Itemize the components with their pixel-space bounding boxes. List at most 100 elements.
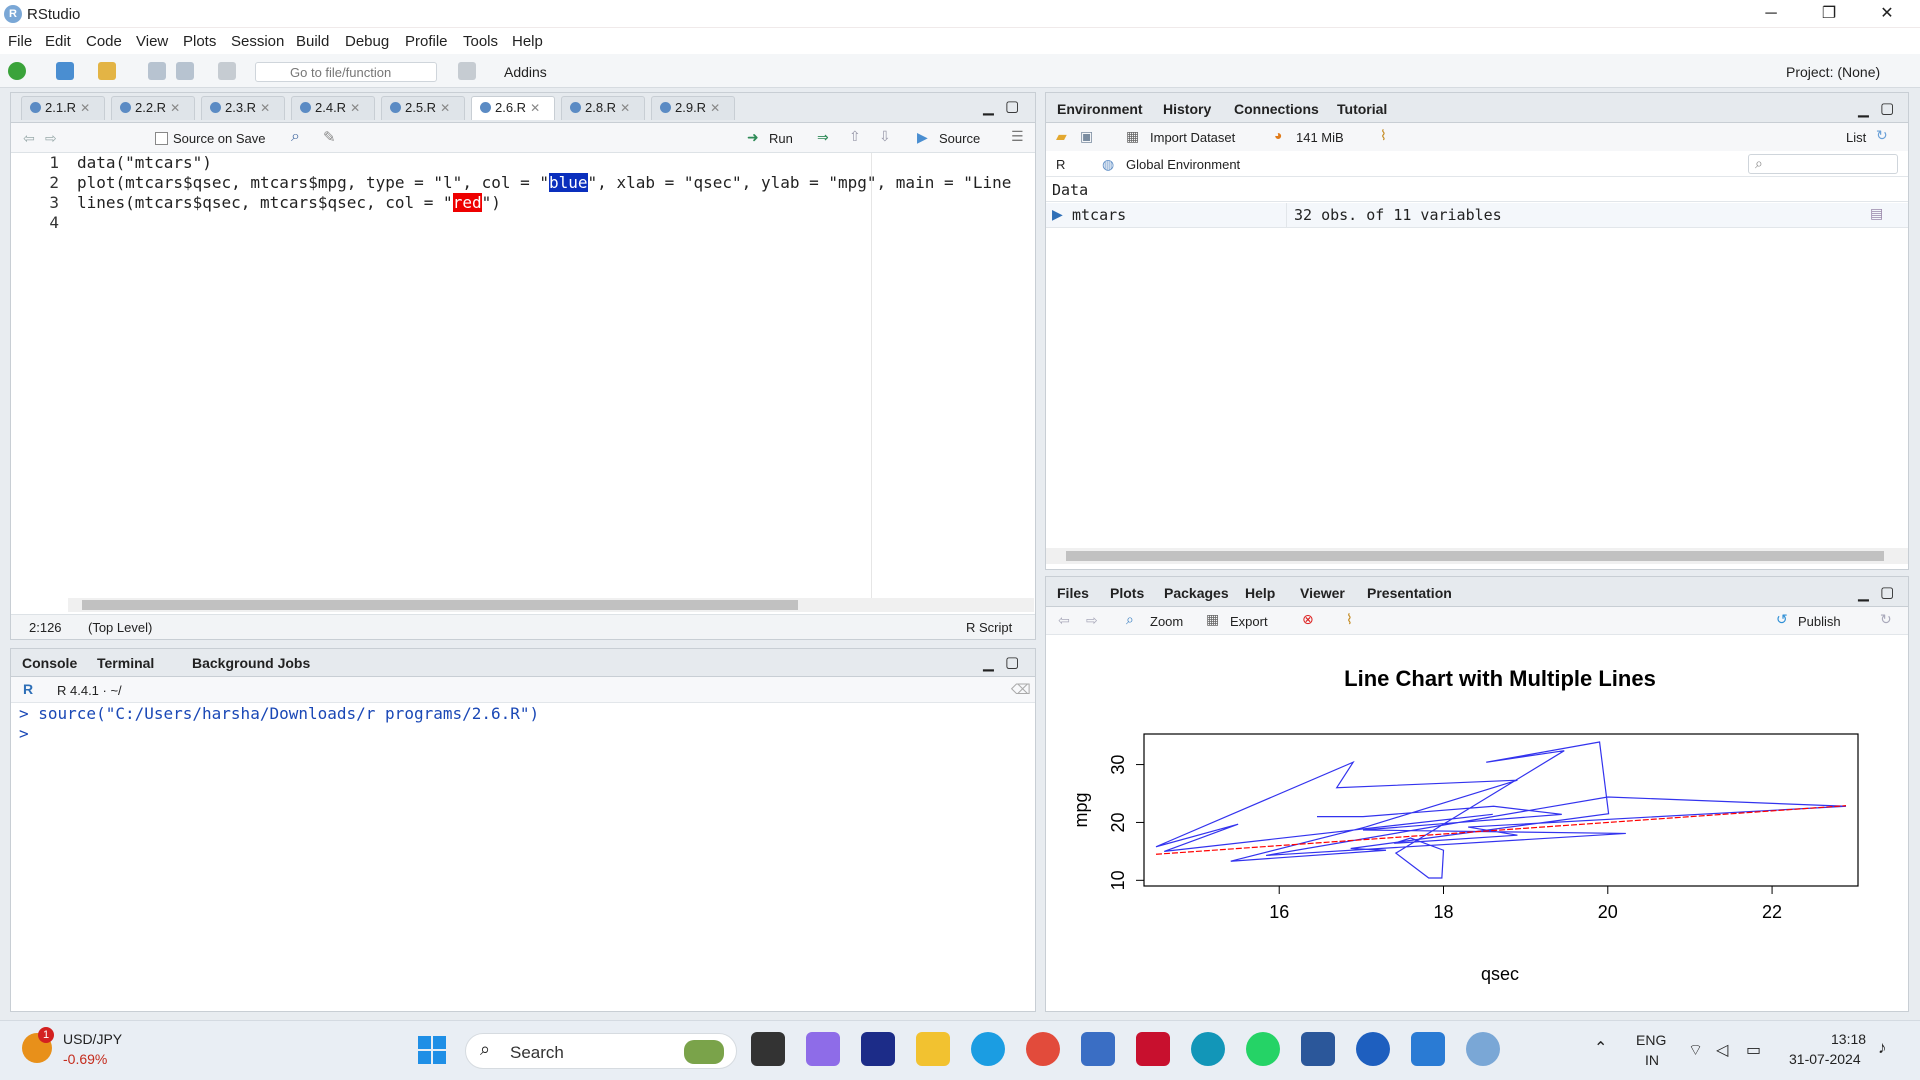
outline-icon[interactable]: ☰: [1011, 128, 1024, 145]
tab-terminal[interactable]: Terminal: [97, 655, 154, 671]
source-button[interactable]: Source: [939, 131, 980, 146]
tab-2-2[interactable]: 2.2.R ✕: [111, 96, 195, 120]
global-environment-selector[interactable]: Global Environment: [1126, 157, 1240, 172]
menu-debug[interactable]: Debug: [345, 33, 389, 50]
menu-code[interactable]: Code: [86, 33, 122, 50]
grid-layout-icon[interactable]: [458, 62, 476, 80]
environment-row-mtcars[interactable]: ▶ mtcars 32 obs. of 11 variables ▤: [1046, 203, 1908, 228]
tab-2-8[interactable]: 2.8.R ✕: [561, 96, 645, 120]
language-selector[interactable]: R: [1056, 157, 1065, 172]
app-icon-rstudio[interactable]: [1466, 1032, 1500, 1066]
editor-horizontal-scrollbar[interactable]: [68, 598, 1034, 612]
code-editor[interactable]: 1 2 3 4 data("mtcars") plot(mtcars$qsec,…: [11, 153, 1035, 598]
tab-background-jobs[interactable]: Background Jobs: [192, 655, 310, 671]
menu-session[interactable]: Session: [231, 33, 284, 50]
close-button[interactable]: ✕: [1864, 2, 1910, 26]
environment-horizontal-scrollbar[interactable]: [1046, 548, 1908, 564]
memory-usage[interactable]: 141 MiB: [1296, 130, 1344, 145]
rerun-icon[interactable]: ⇒: [817, 129, 829, 146]
wifi-icon[interactable]: ⌔: [1688, 1040, 1703, 1060]
tab-console[interactable]: Console: [22, 655, 77, 671]
menu-profile[interactable]: Profile: [405, 33, 448, 50]
maximize-button[interactable]: ❐: [1806, 2, 1852, 26]
file-type-selector[interactable]: R Script: [966, 620, 1012, 635]
minimize-pane-icon[interactable]: ▁: [983, 655, 994, 672]
menu-edit[interactable]: Edit: [45, 33, 71, 50]
tab-2-6[interactable]: 2.6.R ✕: [471, 96, 555, 120]
menu-plots[interactable]: Plots: [183, 33, 216, 50]
list-view-selector[interactable]: List: [1846, 130, 1866, 145]
new-file-icon[interactable]: [8, 62, 26, 80]
tab-2-4[interactable]: 2.4.R ✕: [291, 96, 375, 120]
addins-menu[interactable]: Addins: [504, 64, 547, 80]
tab-environment[interactable]: Environment: [1057, 101, 1143, 117]
maximize-pane-icon[interactable]: ▢: [1005, 97, 1019, 115]
clear-console-icon[interactable]: ⌫: [1011, 681, 1031, 698]
app-icon-notepad[interactable]: [1411, 1032, 1445, 1066]
windows-start-icon[interactable]: [418, 1036, 446, 1064]
minimize-pane-icon[interactable]: ▁: [983, 99, 994, 116]
tab-plots[interactable]: Plots: [1110, 585, 1144, 601]
minimize-pane-icon[interactable]: ▁: [1858, 585, 1869, 602]
tab-viewer[interactable]: Viewer: [1300, 585, 1345, 601]
magic-wand-icon[interactable]: ✎: [323, 128, 336, 146]
chevron-up-icon[interactable]: ⌃: [1594, 1038, 1607, 1058]
language-indicator[interactable]: ENG: [1636, 1032, 1666, 1048]
app-icon-cortana[interactable]: [1191, 1032, 1225, 1066]
clock-time[interactable]: 13:18: [1831, 1031, 1866, 1047]
publish-button[interactable]: Publish: [1798, 614, 1841, 629]
expand-icon[interactable]: ▶: [1052, 206, 1063, 223]
open-file-icon[interactable]: [98, 62, 116, 80]
previous-plot-icon[interactable]: ⇦: [1058, 612, 1070, 629]
tab-files[interactable]: Files: [1057, 585, 1089, 601]
menu-help[interactable]: Help: [512, 33, 543, 50]
maximize-pane-icon[interactable]: ▢: [1880, 99, 1894, 117]
menu-view[interactable]: View: [136, 33, 168, 50]
import-dataset-button[interactable]: Import Dataset: [1150, 130, 1235, 145]
tab-history[interactable]: History: [1163, 101, 1211, 117]
search-icon[interactable]: ⌕: [291, 128, 300, 146]
minimize-button[interactable]: ─: [1748, 2, 1794, 26]
tab-2-9[interactable]: 2.9.R ✕: [651, 96, 735, 120]
volume-mute-icon[interactable]: ◁: [1716, 1040, 1728, 1060]
save-all-icon[interactable]: [176, 62, 194, 80]
maximize-pane-icon[interactable]: ▢: [1005, 653, 1019, 671]
save-icon[interactable]: [148, 62, 166, 80]
menu-tools[interactable]: Tools: [463, 33, 498, 50]
new-project-icon[interactable]: [56, 62, 74, 80]
project-menu[interactable]: Project: (None): [1786, 64, 1880, 80]
goto-file-input[interactable]: Go to file/function: [255, 62, 437, 82]
environment-search-input[interactable]: ⌕: [1748, 154, 1898, 174]
view-table-icon[interactable]: ▤: [1870, 205, 1883, 222]
menu-file[interactable]: File: [8, 33, 32, 50]
app-icon-telegram[interactable]: [1356, 1032, 1390, 1066]
region-indicator[interactable]: IN: [1645, 1052, 1659, 1068]
forward-arrow-icon[interactable]: ⇨: [45, 130, 57, 147]
load-workspace-icon[interactable]: ▰: [1056, 128, 1067, 145]
app-icon-copilot[interactable]: [806, 1032, 840, 1066]
taskbar-search-input[interactable]: ⌕ Search: [465, 1033, 737, 1069]
tab-connections[interactable]: Connections: [1234, 101, 1319, 117]
source-on-save-checkbox[interactable]: [155, 132, 168, 145]
remove-plot-icon[interactable]: ⊗: [1302, 611, 1314, 628]
battery-icon[interactable]: ▭: [1746, 1040, 1761, 1060]
refresh-icon[interactable]: ↻: [1876, 127, 1888, 144]
console-prompt[interactable]: >: [19, 724, 29, 743]
app-icon-word[interactable]: [1301, 1032, 1335, 1066]
minimize-pane-icon[interactable]: ▁: [1858, 101, 1869, 118]
next-plot-icon[interactable]: ⇨: [1086, 612, 1098, 629]
up-arrow-icon[interactable]: ⇧: [849, 128, 861, 145]
broom-icon[interactable]: ⌇: [1380, 127, 1387, 144]
print-icon[interactable]: [218, 62, 236, 80]
notification-bell-icon[interactable]: ♪: [1878, 1038, 1887, 1058]
scope-selector[interactable]: (Top Level): [88, 620, 152, 635]
tab-packages[interactable]: Packages: [1164, 585, 1229, 601]
tab-2-5[interactable]: 2.5.R ✕: [381, 96, 465, 120]
tab-2-1[interactable]: 2.1.R ✕: [21, 96, 105, 120]
maximize-pane-icon[interactable]: ▢: [1880, 583, 1894, 601]
app-icon-whatsapp[interactable]: [1246, 1032, 1280, 1066]
app-icon-l[interactable]: [861, 1032, 895, 1066]
broom-icon[interactable]: ⌇: [1346, 611, 1353, 628]
menu-build[interactable]: Build: [296, 33, 329, 50]
refresh-icon[interactable]: ↻: [1880, 611, 1892, 628]
